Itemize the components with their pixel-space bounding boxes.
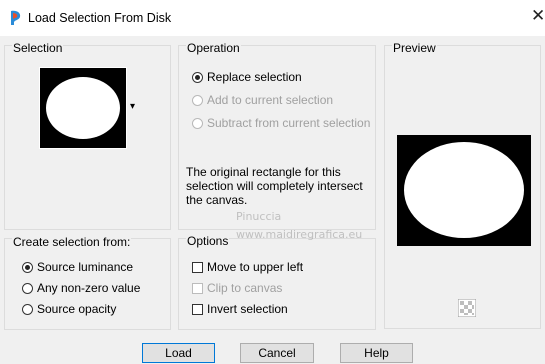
selection-legend: Selection (12, 41, 64, 55)
load-button[interactable]: Load (142, 343, 215, 363)
radio-dot (192, 71, 203, 83)
subtract-selection-label: Subtract from current selection (207, 116, 371, 130)
paintbrush-app-icon (11, 10, 21, 25)
preview-legend: Preview (392, 41, 437, 55)
radio-dot (192, 94, 203, 106)
title-bar: Load Selection From Disk ✕ (0, 0, 545, 36)
subtract-selection-radio[interactable]: Subtract from current selection (192, 116, 370, 130)
selection-thumbnail[interactable] (39, 67, 127, 149)
operation-legend: Operation (186, 41, 241, 55)
preview-image (397, 135, 531, 246)
radio-dot (22, 303, 33, 315)
any-nonzero-radio[interactable]: Any non-zero value (22, 281, 140, 295)
watermark-name: Pinuccia (236, 210, 282, 223)
source-luminance-radio[interactable]: Source luminance (22, 260, 133, 274)
create-from-legend: Create selection from: (12, 235, 132, 249)
checkbox-box (192, 282, 203, 294)
window-title: Load Selection From Disk (28, 11, 172, 25)
close-icon[interactable]: ✕ (531, 6, 545, 26)
move-upper-left-label: Move to upper left (207, 260, 304, 274)
any-nonzero-label: Any non-zero value (37, 281, 141, 295)
radio-dot (22, 282, 33, 294)
chevron-down-icon[interactable]: ▾ (130, 101, 135, 112)
replace-selection-radio[interactable]: Replace selection (192, 70, 302, 84)
help-button[interactable]: Help (340, 343, 413, 363)
source-opacity-label: Source opacity (37, 302, 117, 316)
source-luminance-label: Source luminance (37, 260, 134, 274)
clip-to-canvas-checkbox[interactable]: Clip to canvas (192, 281, 282, 295)
operation-info-text: The original rectangle for this selectio… (186, 165, 363, 207)
radio-dot (22, 261, 33, 273)
radio-dot (192, 117, 203, 129)
checkbox-box (192, 303, 203, 315)
add-selection-label: Add to current selection (207, 93, 334, 107)
source-opacity-radio[interactable]: Source opacity (22, 302, 116, 316)
checkbox-box (192, 261, 203, 273)
selection-thumbnail-image (40, 68, 126, 148)
options-legend: Options (186, 234, 230, 248)
cancel-button[interactable]: Cancel (240, 343, 314, 363)
move-upper-left-checkbox[interactable]: Move to upper left (192, 260, 303, 274)
invert-selection-checkbox[interactable]: Invert selection (192, 302, 288, 316)
transparency-toggle-icon[interactable] (458, 299, 476, 317)
clip-to-canvas-label: Clip to canvas (207, 281, 283, 295)
add-selection-radio[interactable]: Add to current selection (192, 93, 333, 107)
invert-selection-label: Invert selection (207, 302, 288, 316)
replace-selection-label: Replace selection (207, 70, 302, 84)
watermark-url: www.maidiregrafica.eu (236, 228, 363, 241)
